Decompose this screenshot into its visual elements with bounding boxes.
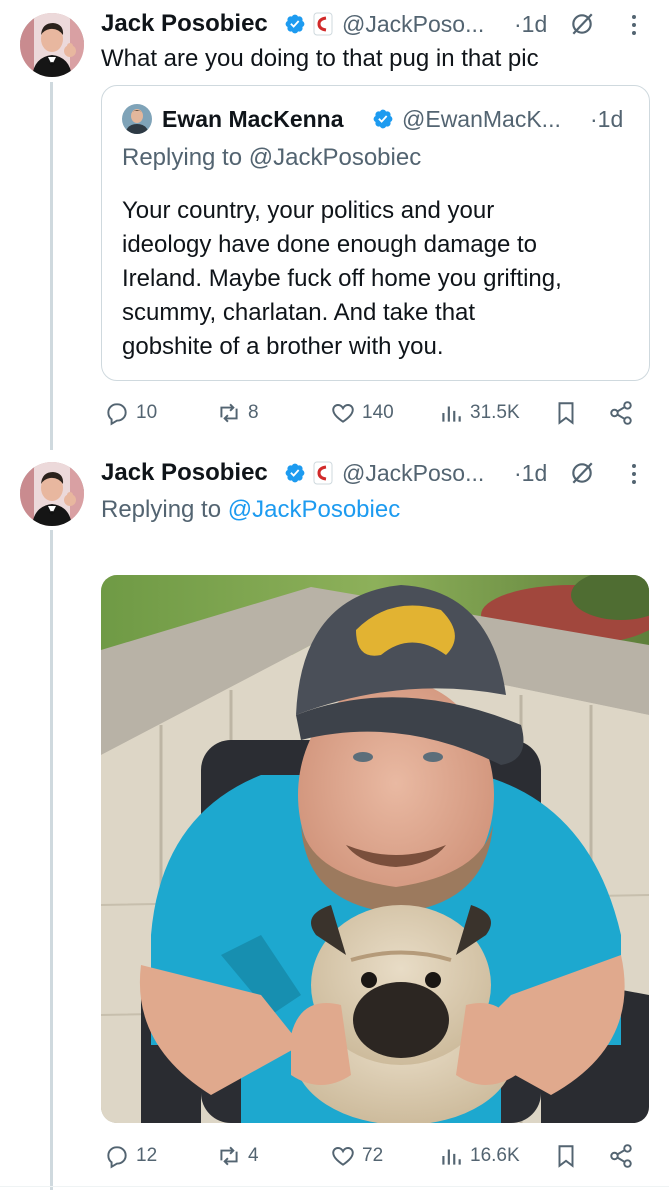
avatar[interactable] [20, 462, 84, 526]
bookmark-icon [558, 1145, 574, 1168]
verified-badge-icon [373, 109, 393, 129]
verified-badge-icon [285, 14, 305, 34]
share-icon [610, 401, 632, 425]
quoted-author-handle[interactable]: @EwanMacK... [402, 106, 561, 133]
more-vertical-icon[interactable] [629, 461, 639, 487]
more-vertical-icon[interactable] [629, 12, 639, 38]
quoted-text-line: Your country, your politics and your [122, 197, 495, 224]
like-count: 72 [362, 1145, 384, 1166]
replying-to-handle[interactable]: @JackPosobiec [249, 144, 421, 171]
views-button[interactable]: 31.5K [438, 393, 520, 433]
reply-button[interactable]: 10 [104, 393, 157, 433]
thread-line [50, 530, 53, 1190]
tweet-time[interactable]: ·1d [514, 11, 547, 38]
bookmark-button[interactable] [553, 393, 579, 433]
repost-count: 8 [248, 402, 259, 423]
author-name[interactable]: Jack Posobiec [101, 459, 268, 487]
reply-count: 12 [136, 1145, 158, 1166]
share-button[interactable] [608, 1136, 634, 1176]
repost-icon [220, 1146, 238, 1166]
bookmark-icon [558, 402, 574, 425]
quoted-text-line: ideology have done enough damage to [122, 231, 538, 258]
reply-button[interactable]: 12 [104, 1136, 157, 1176]
like-count: 140 [362, 402, 394, 423]
quoted-text-line: gobshite of a brother with you. [122, 333, 444, 360]
views-button[interactable]: 16.6K [438, 1136, 520, 1176]
tweet-photo[interactable] [101, 575, 649, 1123]
author-handle[interactable]: @JackPoso... [342, 460, 484, 487]
grok-icon[interactable] [569, 11, 595, 37]
repost-count: 4 [248, 1145, 259, 1166]
quoted-text-line: scummy, charlatan. And take that [122, 299, 476, 326]
avatar[interactable] [20, 13, 84, 77]
share-icon [610, 1144, 632, 1168]
views-count: 31.5K [470, 402, 520, 423]
quoted-author-name[interactable]: Ewan MacKenna [162, 106, 344, 133]
replying-to: Replying to @JackPosobiec [122, 144, 421, 172]
like-icon [332, 1147, 354, 1166]
tweet-actions: 10 8 140 31.5K [104, 393, 636, 433]
quoted-tweet[interactable]: Ewan MacKenna @EwanMacK... ·1d Replying … [101, 85, 650, 381]
replying-to-label: Replying to [101, 496, 228, 523]
like-button[interactable]: 72 [330, 1136, 383, 1176]
author-name[interactable]: Jack Posobiec [101, 10, 268, 38]
verified-badge-icon [285, 463, 305, 483]
quoted-tweet-time[interactable]: ·1d [590, 106, 623, 133]
affiliate-flag-icon[interactable] [313, 461, 333, 485]
tweet-time[interactable]: ·1d [514, 460, 547, 487]
views-count: 16.6K [470, 1145, 520, 1166]
views-icon [442, 406, 461, 422]
views-icon [442, 1149, 461, 1165]
repost-button[interactable]: 8 [216, 393, 259, 433]
tweet-actions: 12 4 72 16.6K [104, 1136, 636, 1176]
bookmark-button[interactable] [553, 1136, 579, 1176]
repost-icon [220, 403, 238, 423]
replying-to-handle[interactable]: @JackPosobiec [228, 496, 400, 523]
replying-to-label: Replying to [122, 144, 249, 171]
quoted-text-line: Ireland. Maybe fuck off home you griftin… [122, 265, 562, 292]
thread-line [50, 82, 53, 450]
divider [0, 1186, 669, 1187]
avatar[interactable] [122, 104, 152, 134]
reply-icon [107, 1146, 127, 1169]
reply-count: 10 [136, 402, 158, 423]
share-button[interactable] [608, 393, 634, 433]
reply-icon [107, 403, 127, 426]
repost-button[interactable]: 4 [216, 1136, 259, 1176]
replying-to: Replying to @JackPosobiec [101, 496, 400, 524]
like-button[interactable]: 140 [330, 393, 394, 433]
tweet-text: What are you doing to that pug in that p… [101, 45, 539, 72]
grok-icon[interactable] [569, 460, 595, 486]
like-icon [332, 404, 354, 423]
author-handle[interactable]: @JackPoso... [342, 11, 484, 38]
affiliate-flag-icon[interactable] [313, 12, 333, 36]
